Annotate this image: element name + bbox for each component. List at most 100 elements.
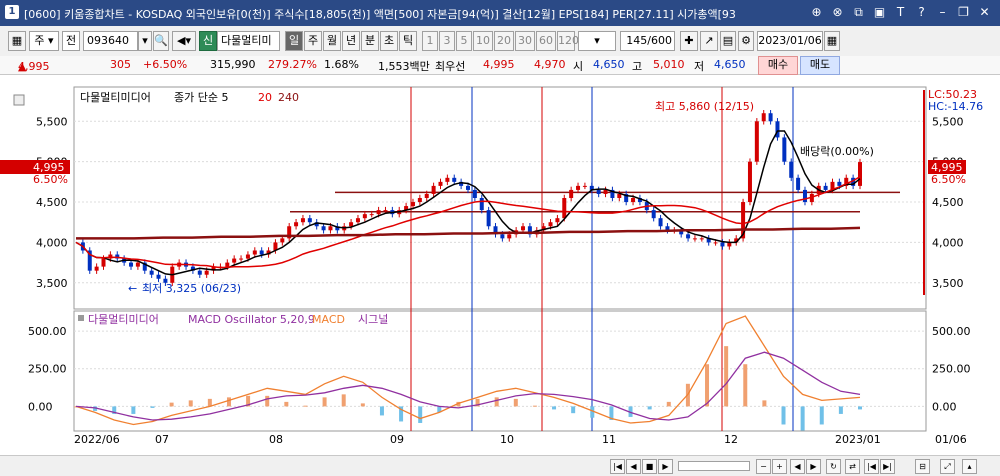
interval-custom-select[interactable]: ▾ [578, 31, 616, 51]
period-month[interactable]: 월 [323, 31, 341, 51]
buy-button[interactable]: 매수 [758, 56, 798, 75]
interval-60[interactable]: 60 [536, 31, 556, 51]
date-input[interactable]: 2023/01/06 [757, 31, 823, 51]
open-price: 4,650 [593, 58, 625, 71]
oscillator-bar [571, 406, 576, 414]
high-annotation: 최고 5,860 (12/15) [655, 100, 754, 113]
first-page-icon[interactable]: |◀ [864, 459, 879, 474]
period-day[interactable]: 일 [285, 31, 303, 51]
oscillator-bar [150, 406, 155, 408]
left-pct-tag: 6.50% [33, 173, 68, 186]
data-count-field[interactable]: 145/600 [620, 31, 675, 51]
help-icon[interactable]: ? [914, 5, 929, 20]
oscillator-bar [379, 406, 384, 416]
minimize-icon[interactable]: – [935, 5, 950, 20]
interval-120[interactable]: 120 [557, 31, 579, 51]
stock-code-input[interactable]: 093640 [83, 31, 138, 51]
zoom-slider[interactable] [678, 461, 750, 471]
candle-body [197, 270, 202, 275]
scroll-next-icon[interactable]: ▶ [658, 459, 673, 474]
period-year[interactable]: 년 [342, 31, 360, 51]
prev-select[interactable]: 전 [62, 31, 80, 51]
candle-body [754, 121, 759, 162]
oscillator-bar [666, 401, 671, 407]
sound-icon[interactable]: ◀▾ [172, 31, 196, 51]
calendar-icon[interactable]: ▦ [824, 31, 840, 51]
oscillator-bar [284, 401, 289, 407]
oscillator-bar [724, 346, 729, 407]
market-select[interactable]: 주 ▾ [29, 31, 59, 51]
scroll-prev-icon[interactable]: ◀ [626, 459, 641, 474]
search-icon[interactable]: 🔍 [153, 31, 169, 51]
period-tick[interactable]: 틱 [399, 31, 417, 51]
stock-chart[interactable]: 5,5005,5005,0005,0004,5004,5004,0004,000… [0, 75, 1000, 455]
candle-body [472, 189, 477, 198]
oscillator-bar [838, 406, 843, 414]
stock-name-field: 다물멀티미 [217, 31, 280, 51]
expand-icon[interactable]: ⤢ [940, 459, 955, 474]
macd-menu-icon[interactable] [78, 315, 84, 321]
candle-body [686, 234, 691, 239]
compare-icon[interactable]: ⇄ [845, 459, 860, 474]
last-page-icon[interactable]: ▶| [880, 459, 895, 474]
collapse-icon[interactable]: ▴ [962, 459, 977, 474]
panel-menu-icon[interactable] [13, 94, 25, 106]
interval-10[interactable]: 10 [473, 31, 493, 51]
period-minute[interactable]: 분 [361, 31, 379, 51]
settings-icon[interactable]: ⚙ [738, 31, 754, 51]
lock-icon[interactable]: ▣ [872, 5, 887, 20]
scroll-first-icon[interactable]: |◀ [610, 459, 625, 474]
event-annotation: 배당락(0.00%) [800, 145, 874, 158]
interval-20[interactable]: 20 [494, 31, 514, 51]
oscillator-bar [781, 406, 786, 425]
candle-body [796, 177, 801, 190]
crosshair-icon[interactable]: ✚ [680, 31, 698, 51]
price-legend-p2: 240 [278, 91, 299, 104]
x-label-2: 08 [269, 433, 283, 446]
close-icon[interactable]: ✕ [977, 5, 992, 20]
refresh-icon[interactable]: ↻ [826, 459, 841, 474]
chart-toolbar: ▦ 주 ▾ 전 093640 ▾ 🔍 ◀▾ 신 다물멀티미 일 주 월 년 분 … [0, 26, 1000, 57]
sell-button[interactable]: 매도 [800, 56, 840, 75]
pin-icon[interactable]: ⊕ [809, 5, 824, 20]
interval-30[interactable]: 30 [515, 31, 535, 51]
indicator-icon[interactable]: ↗ [700, 31, 718, 51]
period-week[interactable]: 주 [304, 31, 322, 51]
save-icon[interactable]: ▤ [720, 31, 736, 51]
split-icon[interactable]: ⊟ [915, 459, 930, 474]
layout-icon[interactable]: ▦ [8, 31, 26, 51]
oscillator-bar [226, 397, 231, 407]
candle-body [321, 226, 326, 231]
new-window-icon[interactable]: ⧉ [851, 5, 866, 20]
candle-body [486, 210, 491, 227]
title-bar: 1 [0600] 키움종합차트 - KOSDAQ 외국인보유[0(천)] 주식수… [0, 0, 1000, 26]
trade-amount: 1,553백만 [378, 60, 430, 73]
best-bid: 4,970 [534, 58, 566, 71]
candle-body [445, 177, 450, 182]
market-select-value: 주 [34, 34, 45, 47]
font-icon[interactable]: T [893, 5, 908, 20]
zoom-out-icon[interactable]: − [756, 459, 771, 474]
candle-body [204, 270, 209, 275]
stop-icon[interactable]: ■ [642, 459, 657, 474]
restore-icon[interactable]: ❐ [956, 5, 971, 20]
interval-3[interactable]: 3 [439, 31, 455, 51]
macd-tick-left: 500.00 [28, 325, 67, 338]
code-dropdown-icon[interactable]: ▾ [138, 31, 152, 51]
link-icon[interactable]: ⊗ [830, 5, 845, 20]
candle-body [479, 198, 484, 211]
x-label-1: 07 [155, 433, 169, 446]
scroll-right-icon[interactable]: ▶ [806, 459, 821, 474]
zoom-in-icon[interactable]: + [772, 459, 787, 474]
candle-body [280, 238, 285, 243]
candle-body [129, 262, 134, 267]
price-change: 305 [110, 58, 131, 71]
interval-5[interactable]: 5 [456, 31, 472, 51]
candle-body [823, 185, 828, 190]
chart-area[interactable]: 5,5005,5005,0005,0004,5004,5004,0004,000… [0, 75, 1000, 455]
interval-1[interactable]: 1 [422, 31, 438, 51]
period-second[interactable]: 초 [380, 31, 398, 51]
price-legend-name: 다물멀티미디어 [80, 91, 151, 104]
scroll-left-icon[interactable]: ◀ [790, 459, 805, 474]
scroll-bar[interactable]: |◀ ◀ ■ ▶ − + ◀ ▶ ↻ ⇄ |◀ ▶| ⊟ ⤢ ▴ [0, 455, 1000, 476]
